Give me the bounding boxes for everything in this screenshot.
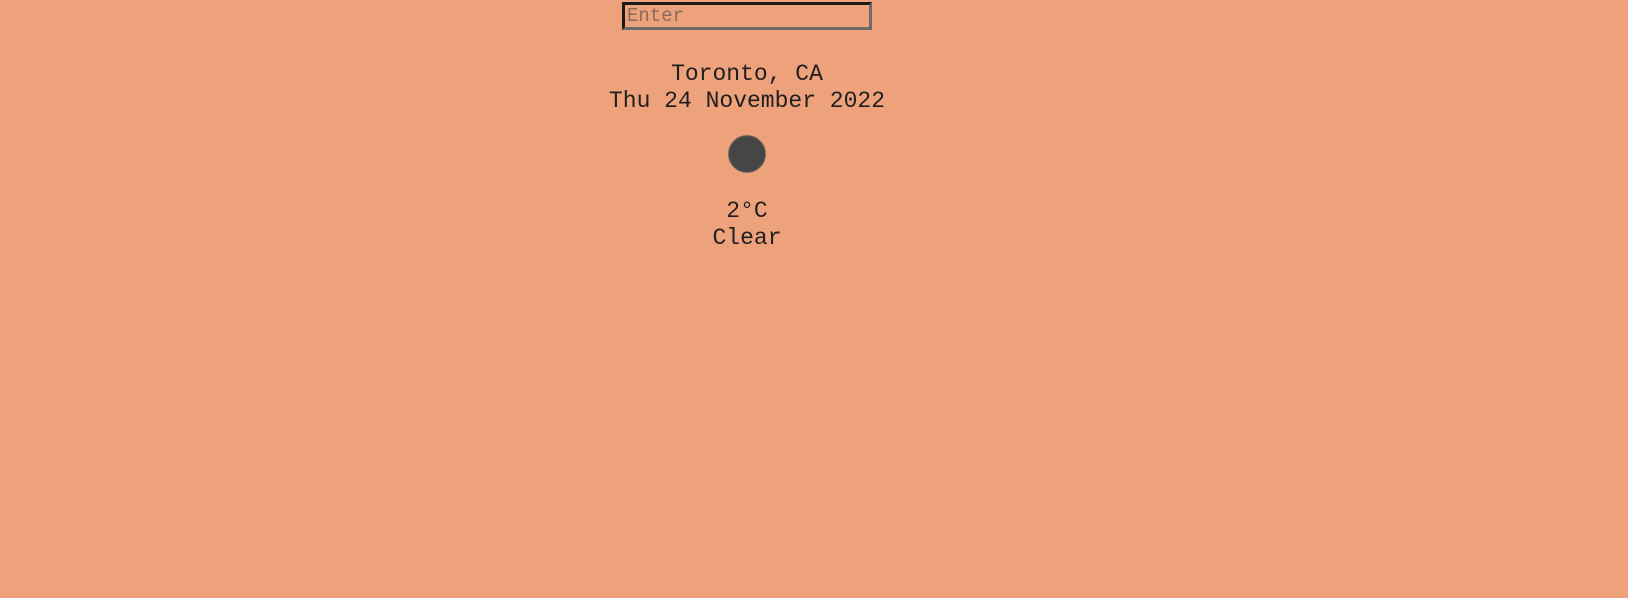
date-label: Thu 24 November 2022 (608, 88, 886, 114)
location-label: Toronto, CA (671, 61, 823, 87)
city-search-input[interactable] (622, 2, 872, 30)
conditions-label: Clear (712, 225, 782, 251)
weather-condition-icon (728, 135, 766, 173)
temperature-label: 2°C (726, 198, 768, 224)
weather-app: Toronto, CA Thu 24 November 2022 2°C Cle… (0, 0, 1628, 598)
